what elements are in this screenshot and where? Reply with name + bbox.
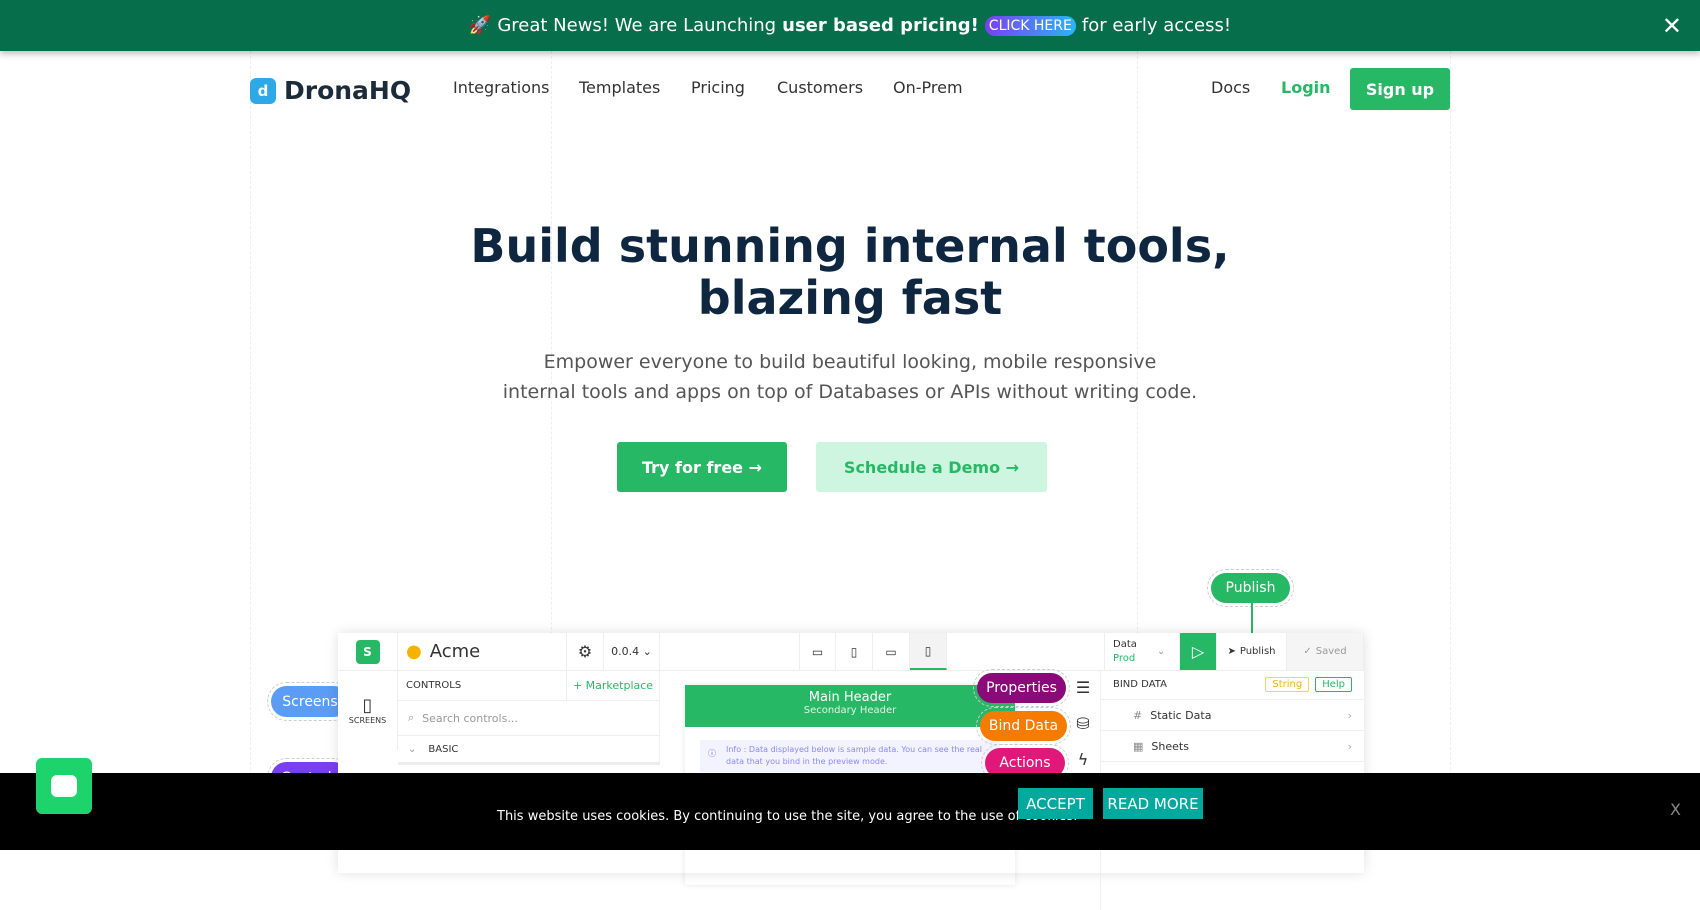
paper-plane-icon: ➤	[1227, 646, 1236, 657]
nav-docs[interactable]: Docs	[1211, 78, 1250, 97]
sliders-icon[interactable]: ☰	[1076, 678, 1090, 697]
properties-callout: Properties	[973, 669, 1070, 707]
banner-text-after: for early access!	[1081, 15, 1232, 36]
screens-tab[interactable]: ▯ SCREENS	[338, 670, 398, 750]
publish-button[interactable]: ➤ Publish	[1217, 633, 1287, 670]
bind-data-callout: Bind Data	[976, 707, 1071, 745]
brand-name: DronaHQ	[284, 76, 412, 105]
data-env-select[interactable]: Data Prod ⌄	[1104, 633, 1180, 670]
tablet-icon[interactable]: ▯	[836, 633, 873, 670]
controls-label: CONTROLS	[398, 670, 567, 700]
cookie-icon: ●	[406, 641, 422, 662]
info-box: ⓘ Info : Data displayed below is sample d…	[700, 740, 1000, 772]
app-logo: S	[338, 633, 398, 670]
search-controls-input[interactable]: ⌕ Search controls...	[398, 700, 660, 735]
click-here-link[interactable]: CLICK HERE	[984, 15, 1076, 36]
close-banner-icon[interactable]: ✕	[1662, 12, 1682, 40]
rocket-icon: 🚀	[468, 15, 492, 36]
banner-text: Great News! We are Launching	[497, 15, 777, 36]
chat-bubble-icon	[51, 775, 77, 797]
app-name[interactable]: ● Acme	[398, 633, 567, 670]
static-data-row[interactable]: # Static Data ›	[1101, 700, 1364, 731]
settings-gear-icon[interactable]: ⚙	[567, 633, 604, 670]
brand-logo[interactable]: d DronaHQ	[250, 76, 411, 105]
info-icon: ⓘ	[708, 749, 716, 758]
marketplace-link[interactable]: + Marketplace	[567, 670, 660, 700]
check-circle-icon: ✓	[1303, 646, 1312, 657]
saved-status: ✓ Saved	[1287, 633, 1364, 670]
chevron-right-icon: ›	[1347, 708, 1352, 722]
phone-icon: ▯	[362, 695, 373, 716]
login-link[interactable]: Login	[1281, 78, 1331, 97]
close-cookie-icon[interactable]: X	[1670, 800, 1681, 819]
chevron-down-icon: ⌄	[408, 743, 417, 755]
announcement-banner: 🚀 Great News! We are Launching user base…	[0, 0, 1700, 51]
nav-on-prem[interactable]: On-Prem	[893, 78, 963, 97]
sheets-row[interactable]: ▦ Sheets ›	[1101, 731, 1364, 762]
table-icon: ▦	[1133, 739, 1144, 753]
version-select[interactable]: 0.0.4 ⌄	[604, 633, 660, 670]
main-header: Main Header Secondary Header	[685, 685, 1015, 727]
banner-bold-text: user based pricing!	[782, 15, 979, 36]
basic-section[interactable]: ⌄ BASIC	[398, 735, 660, 765]
tablet-landscape-icon[interactable]: ▭	[873, 633, 910, 670]
nav-integrations[interactable]: Integrations	[453, 78, 550, 97]
chevron-right-icon: ›	[1347, 739, 1352, 753]
signup-button[interactable]: Sign up	[1350, 68, 1450, 110]
play-preview-button[interactable]: ▷	[1180, 633, 1217, 670]
guide-line	[1450, 51, 1451, 850]
guide-line	[250, 51, 251, 850]
read-more-button[interactable]: READ MORE	[1103, 788, 1203, 819]
try-free-button[interactable]: Try for free →	[617, 442, 787, 492]
cookie-text: This website uses cookies. By continuing…	[497, 809, 1078, 824]
chat-widget-button[interactable]	[36, 758, 92, 814]
hero-subtitle: Empower everyone to build beautiful look…	[502, 351, 1198, 403]
cookie-banner: This website uses cookies. By continuing…	[0, 773, 1700, 850]
publish-callout: Publish	[1207, 569, 1294, 607]
mobile-icon[interactable]: ▯	[910, 633, 947, 670]
string-badge[interactable]: String	[1265, 677, 1310, 692]
desktop-icon[interactable]: ▭	[799, 633, 836, 670]
s-logo-icon: S	[355, 639, 380, 664]
hero-title: Build stunning internal tools, blazing fa…	[470, 219, 1230, 325]
dronahq-logo-icon: d	[250, 77, 276, 104]
search-icon: ⌕	[408, 711, 415, 724]
database-icon[interactable]: ⛁	[1076, 714, 1089, 733]
accept-cookies-button[interactable]: ACCEPT	[1018, 788, 1093, 819]
schedule-demo-button[interactable]: Schedule a Demo →	[816, 442, 1047, 492]
nav-templates[interactable]: Templates	[579, 78, 660, 97]
help-button[interactable]: Help	[1315, 677, 1352, 692]
lightning-icon[interactable]: ϟ	[1078, 750, 1089, 769]
nav-customers[interactable]: Customers	[777, 78, 863, 97]
hash-icon: #	[1133, 708, 1143, 722]
callout-connector	[1251, 603, 1253, 633]
nav-pricing[interactable]: Pricing	[691, 78, 745, 97]
